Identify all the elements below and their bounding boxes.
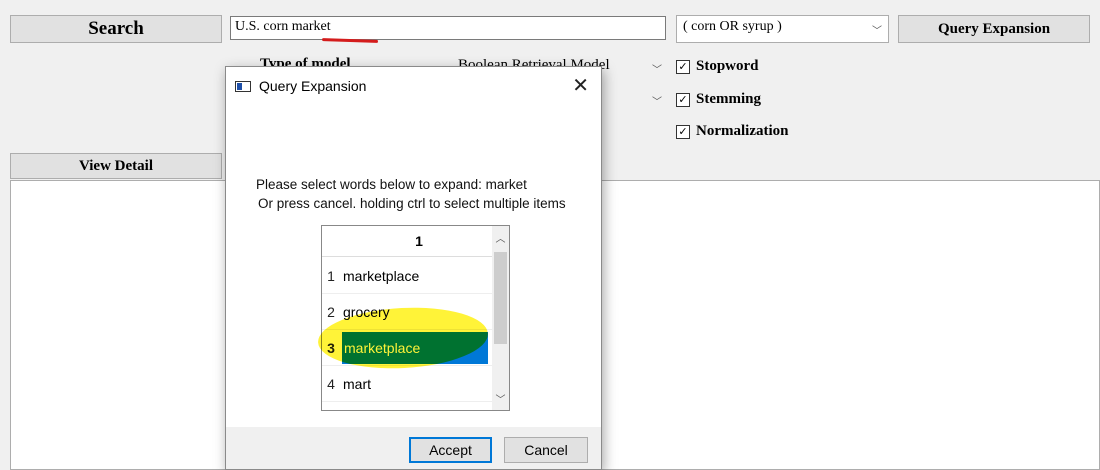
stemming-label: Stemming bbox=[696, 91, 761, 107]
close-icon[interactable]: ✕ bbox=[572, 73, 589, 97]
list-item[interactable]: 5 commercialize bbox=[322, 402, 492, 410]
cancel-button[interactable]: Cancel bbox=[504, 437, 588, 463]
checkbox-check-icon: ✓ bbox=[676, 124, 690, 139]
search-button[interactable]: Search bbox=[10, 15, 222, 43]
chevron-down-icon: ﹀ bbox=[652, 97, 662, 108]
query-input[interactable]: U.S. corn market bbox=[230, 16, 666, 40]
list-item[interactable]: 4 mart bbox=[322, 366, 492, 402]
accept-button[interactable]: Accept bbox=[409, 437, 492, 463]
vertical-scrollbar[interactable]: ︿ ﹀ bbox=[492, 226, 509, 410]
query-expansion-button[interactable]: Query Expansion bbox=[898, 15, 1090, 43]
scrollbar-thumb[interactable] bbox=[494, 252, 507, 344]
dialog-message-line2: Or press cancel. holding ctrl to select … bbox=[258, 196, 566, 211]
dialog-title: Query Expansion bbox=[259, 78, 367, 94]
row-number: 4 bbox=[327, 376, 335, 392]
row-text: commercialize bbox=[342, 402, 432, 410]
list-item[interactable]: 1 marketplace bbox=[322, 258, 492, 294]
row-text: mart bbox=[343, 376, 371, 392]
column-header: 1 bbox=[322, 226, 492, 257]
checkbox-check-icon: ✓ bbox=[676, 92, 690, 107]
chevron-down-icon[interactable]: ﹀ bbox=[492, 391, 509, 406]
row-number: 5 bbox=[322, 402, 340, 410]
dialog-message: Please select words below to expand: mar… bbox=[256, 175, 596, 213]
view-detail-button[interactable]: View Detail bbox=[10, 153, 222, 179]
query-expansion-dialog: Query Expansion ✕ Please select words be… bbox=[225, 66, 602, 470]
dialog-footer: Accept Cancel bbox=[226, 427, 601, 469]
row-text: marketplace bbox=[343, 268, 420, 284]
annotation-underline bbox=[321, 38, 379, 43]
chevron-down-icon: ﹀ bbox=[652, 65, 662, 76]
stopword-label: Stopword bbox=[696, 58, 759, 74]
checkbox-check-icon: ✓ bbox=[676, 59, 690, 74]
stopword-checkbox[interactable]: ✓ Stopword bbox=[676, 58, 759, 75]
chevron-up-icon[interactable]: ︿ bbox=[492, 230, 509, 245]
window-icon bbox=[235, 81, 251, 92]
expansion-combo[interactable]: ( corn OR syrup ) ﹀ bbox=[676, 15, 889, 43]
chevron-down-icon: ﹀ bbox=[872, 26, 882, 37]
normalization-label: Normalization bbox=[696, 123, 789, 139]
stemming-checkbox[interactable]: ✓ Stemming bbox=[676, 91, 761, 108]
row-number: 1 bbox=[327, 268, 335, 284]
dialog-message-line1: Please select words below to expand: mar… bbox=[256, 177, 527, 192]
expansion-combo-value: ( corn OR syrup ) bbox=[683, 19, 782, 34]
normalization-checkbox[interactable]: ✓ Normalization bbox=[676, 123, 788, 140]
dialog-title-bar: Query Expansion ✕ bbox=[226, 67, 601, 103]
